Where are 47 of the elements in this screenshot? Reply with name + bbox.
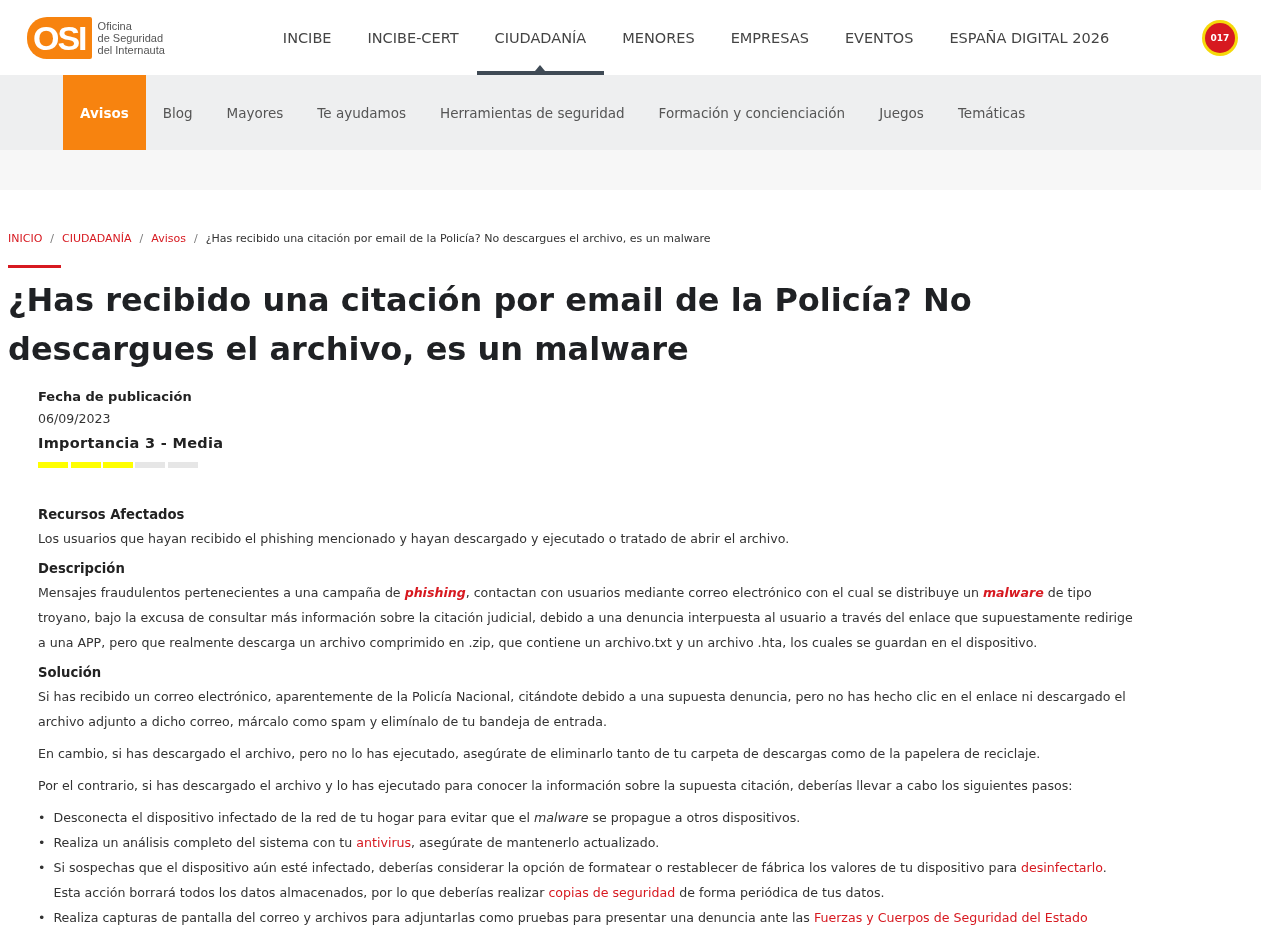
section-heading: Descripción <box>38 560 126 578</box>
subnav-tab[interactable]: Te ayudamos <box>300 75 423 150</box>
nav-link[interactable]: INCIBE <box>264 0 350 75</box>
list-item: Desconecta el dispositivo infectado de la red de tu hogar para evitar que el malware se propague a otros dispositivos. <box>53 809 801 827</box>
text-link[interactable]: copias de seguridad <box>548 885 676 900</box>
subnav-tab[interactable]: Herramientas de seguridad <box>423 75 642 150</box>
paragraph: En cambio, si has descargado el archivo, pero no lo has ejecutado, asegúrate de eliminarlo tanto de tu carpeta de descargas como de la papelera de reciclaje. <box>38 745 1042 763</box>
breadcrumb-separator: / <box>50 232 55 245</box>
breadcrumb-link[interactable]: CIUDADANÍA <box>62 232 132 245</box>
paragraph: Si has recibido un correo electrónico, aparentemente de la Policía Nacional, citándote debido a una supuesta denuncia, pero no has hecho clic en el enlace ni descargado el archivo adjunto a dicho correo, márcalo como spam y elimínalo de tu bandeja de entrada. <box>38 688 1127 731</box>
subnav-tab[interactable]: Temáticas <box>940 75 1043 150</box>
nav-link[interactable]: EVENTOS <box>826 0 932 75</box>
date-label: Fecha de publicación <box>38 388 193 406</box>
bullet-marker: • <box>38 834 46 852</box>
subnav-tab[interactable]: Mayores <box>209 75 301 150</box>
nav-link[interactable]: MENORES <box>604 0 713 75</box>
text-link[interactable]: malware <box>982 585 1044 600</box>
text-link[interactable]: desinfectarlo <box>1021 860 1103 875</box>
bullet-marker: • <box>38 909 46 927</box>
text-link[interactable]: Fuerzas y Cuerpos de Seguridad del Estado <box>813 910 1088 925</box>
list-item: Realiza capturas de pantalla del correo y archivos para adjuntarlas como pruebas para presentar una denuncia ante las Fuerzas y Cuerpos de Seguridad del Estado <box>53 909 1088 927</box>
paragraph: Mensajes fraudulentos pertenecientes a una campaña de phishing, contactan con usuarios mediante correo electrónico con el cual se distribuye un malware de tipo troyano, bajo la excusa de consultar más información sobre la citación judicial, debido a una denuncia interpuesta al usuario a través del enlace que supuestamente redirige a una APP, pero que realmente descarga un archivo comprimido en .zip, que contiene un archivo.txt y un archivo .hta, los cuales se guardan en el dispositivo. <box>38 584 1133 652</box>
breadcrumb-link[interactable]: Avisos <box>151 232 186 245</box>
bullet-marker: • <box>38 859 46 877</box>
breadcrumb-separator: / <box>139 232 144 245</box>
text-link[interactable]: phishing <box>404 585 466 600</box>
nav-link[interactable]: ESPAÑA DIGITAL 2026 <box>931 0 1128 75</box>
section-heading: Solución <box>38 664 103 682</box>
importance-label: Importancia 3 - Media <box>38 434 225 453</box>
section-heading: Recursos Afectados <box>38 506 186 524</box>
article-title: ¿Has recibido una citación por email de la Policía? No descargues el archivo, es un malware <box>8 280 973 370</box>
list-item: Si sospechas que el dispositivo aún esté infectado, deberías considerar la opción de formatear o restablecer de fábrica los valores de tu dispositivo para desinfectarlo. Esta acción borrará todos los datos almacenados, por lo que deberías realizar copias de seguridad de forma periódica de tus datos. <box>53 859 1108 902</box>
list-item: Realiza un análisis completo del sistema con tu antivirus, asegúrate de mantenerlo actualizado. <box>53 834 660 852</box>
paragraph: Los usuarios que hayan recibido el phishing mencionado y hayan descargado y ejecutado o tratado de abrir el archivo. <box>38 530 791 548</box>
subnav-tab[interactable]: Juegos <box>862 75 941 150</box>
nav-link[interactable]: INCIBE-CERT <box>349 0 477 75</box>
paragraph: Por el contrario, si has descargado el archivo y lo has ejecutado para conocer la información sobre la supuesta citación, deberías llevar a cabo los siguientes pasos: <box>38 777 1074 795</box>
logo-text: Oficina de Seguridad del Internauta <box>97 19 165 56</box>
subnav-tab[interactable]: Formación y concienciación <box>641 75 863 150</box>
helpline-badge[interactable]: 017 <box>1205 22 1235 53</box>
breadcrumb-link[interactable]: INICIO <box>8 232 43 245</box>
breadcrumb-current: ¿Has recibido una citación por email de la Policía? No descargues el archivo, es un malware <box>205 232 711 245</box>
breadcrumb-separator: / <box>193 232 198 245</box>
nav-link[interactable]: EMPRESAS <box>712 0 827 75</box>
publication-date: 06/09/2023 <box>38 410 112 428</box>
bullet-marker: • <box>38 809 46 827</box>
subnav-tab[interactable]: Blog <box>145 75 210 150</box>
